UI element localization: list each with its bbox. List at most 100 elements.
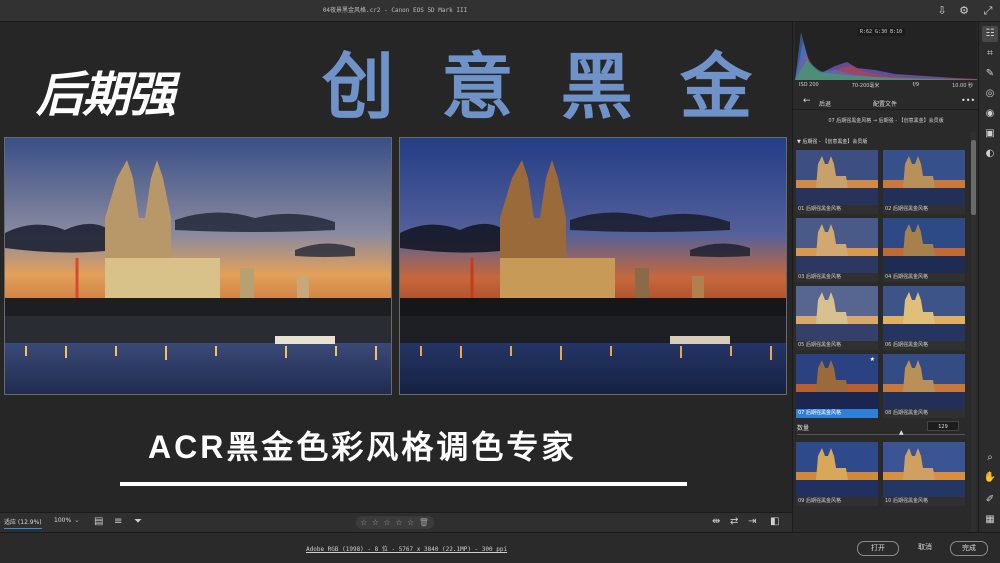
- preset-group-header[interactable]: ▼ 后期强 - 【创意黑金】会员版: [797, 138, 867, 145]
- histogram: R:62 G:30 B:10: [795, 22, 977, 80]
- expand-icon[interactable]: ⤢: [981, 4, 995, 18]
- presets-icon[interactable]: ◐: [982, 146, 998, 162]
- amount-slider-track[interactable]: [797, 434, 965, 435]
- after-photo: [399, 137, 787, 395]
- preset-thumbnail[interactable]: 05 后期强黑金风格: [796, 286, 878, 350]
- iso-value: ISO 200: [799, 82, 819, 88]
- logo: 后期强: [36, 52, 176, 127]
- preset-image: [796, 286, 878, 342]
- breadcrumb: 07 后期强黑金风格 → 后期强 - 【创意黑金】会员版: [828, 118, 944, 124]
- right-panel: R:62 G:30 B:10 ISO 200 70-200毫米 f/9 10.0…: [792, 22, 979, 532]
- preset-label: 01 后期强黑金风格: [796, 205, 878, 214]
- logo-text: 后期强: [36, 68, 176, 122]
- filter-icon[interactable]: ⏷: [134, 516, 142, 528]
- preset-thumbnail[interactable]: 10 后期强黑金风格: [883, 442, 965, 506]
- swap-icon[interactable]: ⇄: [730, 516, 738, 528]
- back-arrow-icon[interactable]: ←: [803, 97, 811, 106]
- hand-icon[interactable]: ✋: [982, 470, 998, 486]
- title-char: 意: [441, 48, 514, 128]
- edit-sliders-icon[interactable]: ☷: [982, 26, 998, 42]
- preset-label: 03 后期强黑金风格: [796, 273, 878, 282]
- title-char: 黑: [560, 48, 633, 128]
- zoom-dropdown-icon[interactable]: ⌄: [74, 516, 80, 524]
- creative-title: 创 意 黑 金: [322, 46, 752, 130]
- preset-label: 08 后期强黑金风格: [883, 409, 965, 418]
- amount-value-field[interactable]: 129: [927, 421, 959, 431]
- preset-label: 07 后期强黑金风格: [796, 409, 878, 418]
- preset-image: [796, 354, 878, 410]
- before-after-icon[interactable]: ⇹: [712, 516, 720, 528]
- snapshots-icon[interactable]: ▣: [982, 126, 998, 142]
- panel-title: 配置文件: [873, 101, 898, 108]
- zoom-100-button[interactable]: 100%: [54, 517, 71, 524]
- preset-label: 06 后期强黑金风格: [883, 341, 965, 350]
- preset-thumbnail[interactable]: 03 后期强黑金风格: [796, 218, 878, 282]
- crop-icon[interactable]: ⌗: [982, 46, 998, 62]
- lens-value: 70-200毫米: [851, 83, 880, 89]
- preset-image: [796, 150, 878, 206]
- back-button[interactable]: 后退: [819, 99, 831, 108]
- preset-image: [883, 286, 965, 342]
- preset-image: [883, 218, 965, 274]
- tool-strip: ☷ ⌗ ✎ ◎ ◉ ▣ ◐ ⌕ ✋ ✐ ▦: [978, 22, 1000, 532]
- scrollbar-thumb[interactable]: [971, 140, 976, 215]
- amount-slider-handle[interactable]: ▲: [899, 429, 904, 436]
- grid-overlay-icon[interactable]: ▦: [982, 512, 998, 528]
- subtitle: ACR黑金色彩风格调色专家: [148, 429, 577, 465]
- export-icon[interactable]: ⇩: [935, 4, 949, 18]
- workflow-options-link[interactable]: Adobe RGB (1998) - 8 位 - 5767 x 3840 (22…: [306, 544, 507, 553]
- aperture-value: f/9: [912, 82, 920, 88]
- preset-label: 10 后期强黑金风格: [883, 497, 965, 506]
- histogram-readout: R:62 G:30 B:10: [857, 28, 906, 36]
- cancel-button[interactable]: 取消: [905, 541, 945, 556]
- amount-label: 数量: [797, 425, 810, 432]
- amount-slider-row: 数量 129 ▲: [793, 420, 973, 440]
- panel-scrollbar[interactable]: [971, 132, 976, 532]
- camera-info: ISO 200 70-200毫米 f/9 10.00 秒: [795, 80, 977, 92]
- window-title: 04夜景黑金风格.cr2 - Canon EOS 5D Mark III: [322, 7, 468, 14]
- preset-image: [796, 442, 878, 498]
- open-button[interactable]: 打开: [857, 541, 899, 556]
- title-char: 创: [322, 48, 395, 128]
- filmstrip-icon[interactable]: ▤: [94, 516, 103, 528]
- acr-window: 04夜景黑金风格.cr2 - Canon EOS 5D Mark III ⇩ ⚙…: [0, 0, 1000, 563]
- sort-icon[interactable]: ≡: [114, 516, 122, 528]
- bottom-toolbar: 适应 (12.9%) 100% ⌄ ▤ ≡ ⏷ ☆ ☆ ☆ ☆ ☆ 🗑 ⇹ ⇄ …: [0, 512, 792, 532]
- preset-thumbnail[interactable]: 01 后期强黑金风格: [796, 150, 878, 214]
- title-char: 金: [679, 48, 752, 128]
- gear-icon[interactable]: ⚙: [957, 4, 971, 18]
- preset-label: 04 后期强黑金风格: [883, 273, 965, 282]
- zoom-fit-button[interactable]: 适应 (12.9%): [4, 517, 42, 529]
- preset-thumbnail[interactable]: 06 后期强黑金风格: [883, 286, 965, 350]
- compare-view-icon[interactable]: ◧: [770, 516, 779, 528]
- preset-thumbnail[interactable]: 02 后期强黑金风格: [883, 150, 965, 214]
- preset-image: [796, 218, 878, 274]
- preset-image: [883, 354, 965, 410]
- rating-stars[interactable]: ☆ ☆ ☆ ☆ ☆ 🗑: [356, 516, 434, 529]
- preset-thumbnail[interactable]: 08 后期强黑金风格: [883, 354, 965, 418]
- preset-image: [883, 442, 965, 498]
- copy-settings-icon[interactable]: ⇥: [748, 516, 756, 528]
- red-eye-icon[interactable]: ◉: [982, 106, 998, 122]
- status-bar: Adobe RGB (1998) - 8 位 - 5767 x 3840 (22…: [0, 532, 1000, 563]
- title-bar: 04夜景黑金风格.cr2 - Canon EOS 5D Mark III ⇩ ⚙…: [0, 0, 1000, 22]
- zoom-icon[interactable]: ⌕: [982, 450, 998, 466]
- preset-thumbnail-selected[interactable]: ★ 07 后期强黑金风格: [796, 354, 878, 418]
- preset-label: 02 后期强黑金风格: [883, 205, 965, 214]
- color-sampler-icon[interactable]: ✐: [982, 492, 998, 508]
- preset-label: 05 后期强黑金风格: [796, 341, 878, 350]
- done-button[interactable]: 完成: [950, 541, 988, 556]
- subtitle-underline: [120, 482, 687, 486]
- preset-thumbnail[interactable]: 09 后期强黑金风格: [796, 442, 878, 506]
- before-photo: [4, 137, 392, 395]
- shutter-value: 10.00 秒: [952, 83, 973, 89]
- profile-nav: ← 后退 配置文件 •••: [793, 94, 979, 110]
- favorite-star-icon[interactable]: ★: [870, 356, 875, 363]
- mask-icon[interactable]: ◎: [982, 86, 998, 102]
- preset-image: [883, 150, 965, 206]
- preset-label: 09 后期强黑金风格: [796, 497, 878, 506]
- preview-canvas: 后期强 创 意 黑 金 ACR黑金色彩风格调色专家: [0, 22, 792, 512]
- more-options-icon[interactable]: •••: [961, 96, 975, 105]
- preset-thumbnail[interactable]: 04 后期强黑金风格: [883, 218, 965, 282]
- healing-brush-icon[interactable]: ✎: [982, 66, 998, 82]
